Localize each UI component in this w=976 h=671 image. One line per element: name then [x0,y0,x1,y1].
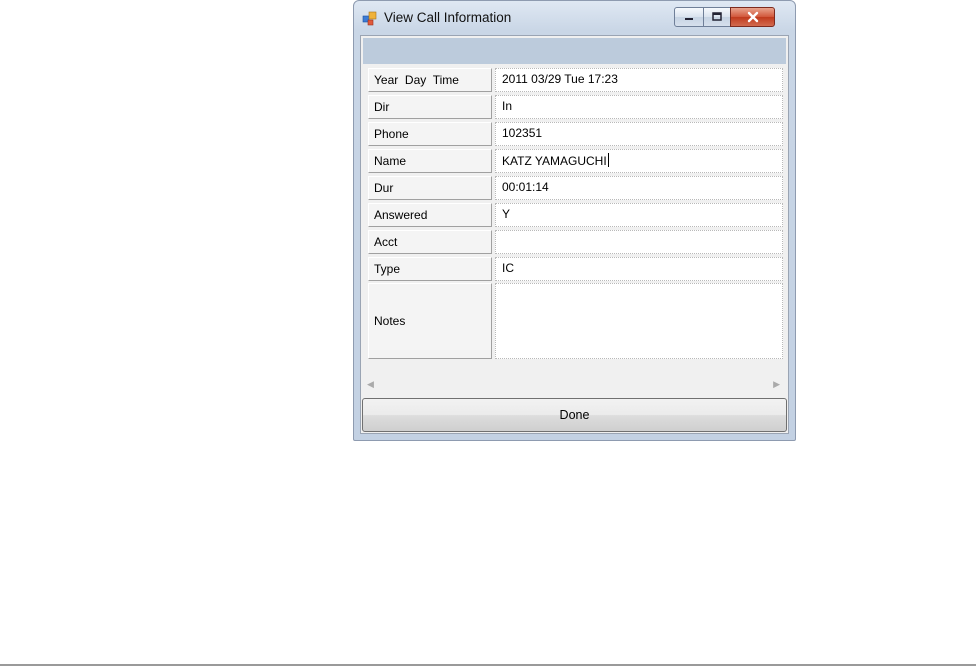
app-icon [362,11,377,26]
value-type[interactable]: IC [495,257,783,281]
window-title: View Call Information [384,10,512,25]
value-answered[interactable]: Y [495,203,783,227]
label-notes: Notes [368,283,492,359]
field-value: In [502,99,513,113]
value-name[interactable]: KATZ YAMAGUCHI [495,149,783,173]
value-dur[interactable]: 00:01:14 [495,176,783,200]
page-divider [0,664,976,666]
label-answered: Answered [368,203,492,227]
value-year-day-time[interactable]: 2011 03/29 Tue 17:23 [495,68,783,92]
close-icon [731,8,774,26]
field-value: 102351 [502,126,543,140]
scroll-right-icon[interactable]: ▶ [773,379,780,390]
maximize-button[interactable] [703,7,731,27]
label-type: Type [368,257,492,281]
maximize-icon [704,8,730,26]
minimize-button[interactable] [674,7,704,27]
close-button[interactable] [730,7,775,27]
minimize-icon [675,8,703,26]
title-bar[interactable]: View Call Information [354,1,795,35]
call-info-panel: Year Day Time 2011 03/29 Tue 17:23 Dir I… [360,35,789,434]
field-value: KATZ YAMAGUCHI [502,154,607,168]
label-name: Name [368,149,492,173]
field-value: IC [502,261,514,275]
field-label: Name [374,154,407,168]
done-button[interactable]: Done [362,398,787,432]
field-label: Phone [374,127,409,141]
field-label: Dir [374,100,390,114]
field-label: Year Day Time [374,73,459,87]
grid-header-band [363,38,786,64]
label-dir: Dir [368,95,492,119]
field-label: Acct [374,235,398,249]
label-dur: Dur [368,176,492,200]
field-label: Answered [374,208,428,222]
horizontal-scrollbar[interactable]: ◀ ▶ [363,376,786,392]
value-phone[interactable]: 102351 [495,122,783,146]
field-label: Notes [374,314,406,328]
field-label: Dur [374,181,394,195]
view-call-information-window: View Call Information Year Day Time 2011… [353,0,796,441]
text-caret [607,153,609,167]
field-label: Type [374,262,401,276]
value-notes[interactable] [495,283,783,359]
value-dir[interactable]: In [495,95,783,119]
value-acct[interactable] [495,230,783,254]
label-year-day-time: Year Day Time [368,68,492,92]
scroll-left-icon[interactable]: ◀ [367,379,374,390]
field-value: 00:01:14 [502,180,549,194]
label-phone: Phone [368,122,492,146]
field-value: Y [502,207,511,221]
label-acct: Acct [368,230,492,254]
field-value: 2011 03/29 Tue 17:23 [502,72,618,86]
